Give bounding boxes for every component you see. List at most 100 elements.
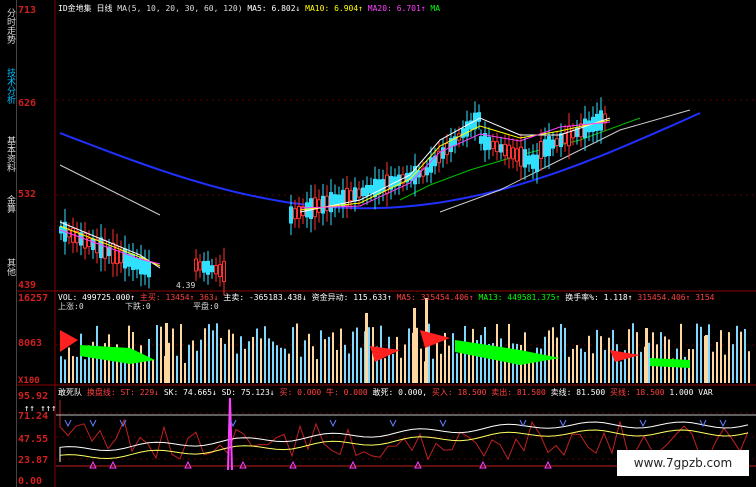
candle-body [477, 112, 481, 122]
volume-bar [336, 349, 338, 383]
volume-bar [124, 362, 126, 383]
vol-flat-count: 平盘:0 [193, 302, 219, 311]
volume-bar [144, 359, 146, 383]
volume-bar [640, 351, 642, 383]
candle-body [441, 147, 445, 159]
volume-bar [444, 332, 446, 383]
zijin-value: 资金异动: 115.633↑ [311, 293, 392, 302]
candle-body [91, 238, 95, 251]
ind-axis-label: 95.92 [18, 391, 49, 402]
price-axis-label: 532 [18, 189, 37, 200]
volume-bar [312, 346, 314, 383]
volume-bar [76, 356, 78, 383]
price-axis-label: 626 [18, 98, 37, 109]
volume-bar [712, 351, 714, 383]
volume-bar [452, 333, 454, 383]
volume-bar [165, 323, 168, 383]
vol-axis-label: 8063 [18, 338, 43, 349]
stock-title: ID金地集 [58, 4, 92, 13]
volume-bar [432, 358, 434, 383]
volume-bar [652, 332, 654, 383]
vol-axis-unit: X100 [18, 376, 40, 386]
volume-bar [316, 359, 318, 383]
candle-body [353, 187, 357, 202]
volume-bar [408, 328, 410, 383]
price-axis-label: 439 [18, 280, 37, 291]
volume-bar [696, 323, 698, 383]
indicator-triangle [239, 460, 247, 469]
candle-body [147, 260, 151, 278]
volume-bar [392, 353, 394, 383]
ind-sd: SD: 75.123↓ [221, 388, 275, 397]
ma10-value: MA10: 6.904↑ [305, 4, 363, 13]
candle-body [369, 184, 373, 194]
volume-bar [404, 344, 406, 383]
ind-title[interactable]: 敢死队 [58, 388, 82, 397]
volume-bar [320, 330, 322, 383]
volume-bar [460, 350, 462, 383]
indicator-triangle [289, 460, 297, 469]
indicator-marker [439, 419, 447, 428]
volume-bar [64, 359, 66, 383]
ind-var: VAR [698, 388, 713, 397]
vol-down-count: 下跌:0 [125, 302, 151, 311]
volume-bar [620, 361, 622, 383]
candle-body [321, 195, 325, 214]
price-axis-label: 713 [18, 5, 37, 16]
candle-body [503, 143, 507, 157]
candle-body [198, 261, 202, 271]
volume-bar [456, 353, 458, 383]
volume-bar [660, 332, 662, 383]
ind-mai: 买: 0.000 [279, 388, 322, 397]
volume-bar [588, 335, 590, 383]
ind-mairuxian: 买线: 18.500 [609, 388, 665, 397]
candle-body [523, 149, 527, 168]
candle-body [571, 130, 575, 139]
candle-body [465, 121, 469, 137]
candle-body [587, 120, 591, 133]
ind-axis-label: 0.00 [18, 476, 43, 487]
volume-bar [744, 329, 746, 383]
volume-bar [84, 359, 86, 383]
volume-bar [732, 344, 734, 383]
indicator-triangle [479, 460, 487, 469]
volume-bar [356, 327, 358, 383]
volume-bar [648, 342, 650, 383]
indicator-triangle [414, 460, 422, 469]
volume-bar [720, 330, 722, 383]
indicator-triangle [184, 460, 192, 469]
candle-body [222, 261, 226, 282]
candle-body [425, 167, 429, 176]
volume-bar [480, 335, 482, 383]
volume-bar [645, 328, 648, 383]
period-label[interactable]: 日线 [96, 4, 112, 13]
volume-bar [616, 344, 618, 383]
volume-bar [188, 344, 190, 383]
volume-bar [156, 325, 158, 383]
turnover-value: 换手率%: 1.118↑ [565, 293, 633, 302]
volume-bar [152, 359, 154, 383]
ind-axis-label: 23.87 [18, 455, 49, 466]
volume-bar [68, 347, 70, 383]
volume-bar [280, 347, 282, 383]
volume-bar [140, 345, 142, 383]
volume-bar [256, 328, 258, 383]
kline-chart-canvas[interactable] [0, 0, 756, 487]
candle-body [483, 133, 487, 151]
volume-bar [632, 323, 634, 383]
candle-body [135, 258, 139, 270]
candle-body [329, 192, 333, 213]
volume-bar [416, 327, 418, 383]
volume-bar [448, 345, 450, 383]
volume-bar [368, 327, 370, 383]
candle-body [511, 147, 515, 160]
candle-body [519, 146, 523, 167]
volume-bar [236, 353, 238, 383]
volume-bar [692, 349, 694, 383]
volume-bar [708, 324, 710, 383]
candle-body [531, 154, 535, 169]
candle-body [479, 136, 483, 144]
candle-body [373, 178, 377, 198]
volume-bar [528, 361, 530, 383]
volume-bar [332, 332, 334, 383]
